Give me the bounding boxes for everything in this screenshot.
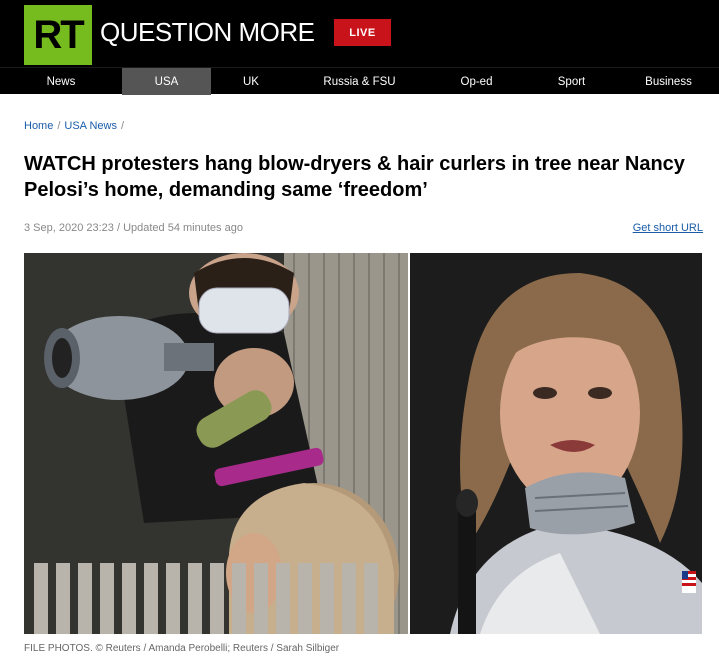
get-short-url-link[interactable]: Get short URL (633, 222, 703, 234)
hair-salon-illustration (24, 253, 408, 634)
logo-text: RT (33, 13, 84, 57)
photo-nancy-pelosi (410, 253, 702, 634)
breadcrumb-separator: / (57, 120, 61, 132)
breadcrumb-separator: / (120, 120, 125, 132)
flag-pin-icon (682, 571, 696, 593)
pelosi-illustration (410, 253, 702, 634)
photo-caption: FILE PHOTOS. © Reuters / Amanda Perobell… (24, 643, 340, 654)
nav-item-sport[interactable]: Sport (525, 68, 618, 95)
nav-item-russia-fsu[interactable]: Russia & FSU (291, 68, 428, 95)
photo-hair-salon (24, 253, 408, 634)
breadcrumb: Home / USA News / (24, 120, 124, 132)
breadcrumb-home[interactable]: Home (24, 120, 53, 132)
nav-item-news[interactable]: News (0, 68, 122, 95)
nav-item-uk[interactable]: UK (211, 68, 291, 95)
top-bar: RT QUESTION MORE LIVE (0, 0, 719, 67)
nav-item-business[interactable]: Business (618, 68, 719, 95)
nav-item-usa[interactable]: USA (122, 68, 211, 95)
breadcrumb-usa-news[interactable]: USA News (64, 120, 117, 132)
rt-logo[interactable]: RT (24, 5, 92, 65)
main-nav: News USA UK Russia & FSU Op-ed Sport Bus… (0, 67, 719, 95)
live-button[interactable]: LIVE (334, 19, 391, 46)
nav-item-op-ed[interactable]: Op-ed (428, 68, 525, 95)
article-timestamp: 3 Sep, 2020 23:23 / Updated 54 minutes a… (24, 222, 243, 234)
article-title: WATCH protesters hang blow-dryers & hair… (24, 153, 685, 201)
brand-slogan: QUESTION MORE (100, 17, 315, 47)
